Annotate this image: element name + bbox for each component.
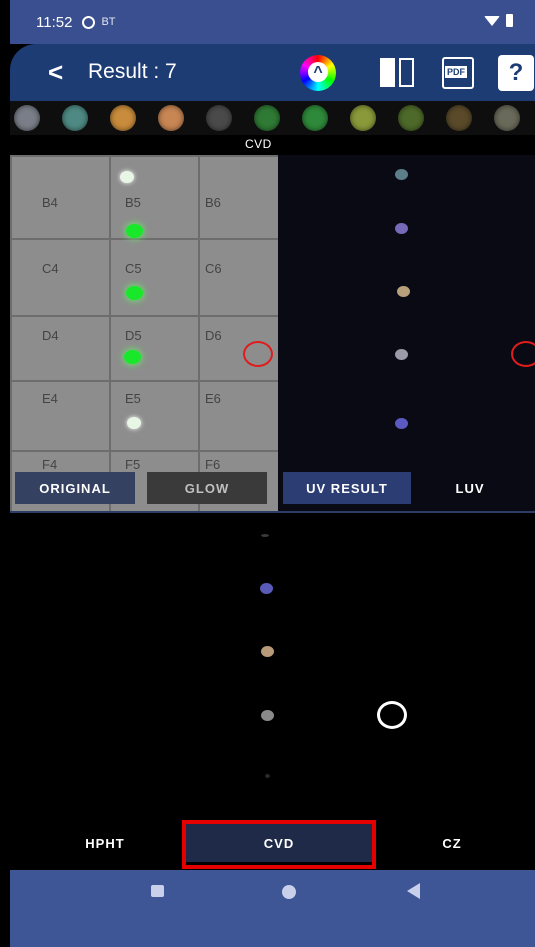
section-label: CVD bbox=[245, 137, 272, 151]
color-swatch[interactable] bbox=[398, 105, 424, 131]
color-swatch[interactable] bbox=[206, 105, 232, 131]
selected-tab-highlight bbox=[182, 820, 376, 869]
cell-label: C4 bbox=[42, 261, 59, 276]
cvd-result-panel[interactable] bbox=[10, 513, 535, 820]
back-icon[interactable] bbox=[407, 883, 420, 899]
color-wheel-icon[interactable] bbox=[300, 55, 336, 91]
color-swatch[interactable] bbox=[446, 105, 472, 131]
diamond-spot bbox=[261, 646, 274, 657]
diamond-spot bbox=[397, 286, 410, 297]
cell-label: F6 bbox=[205, 457, 221, 472]
diamond-spot bbox=[395, 223, 408, 234]
marker-ring bbox=[243, 341, 273, 367]
cell-label: E6 bbox=[205, 391, 221, 406]
color-swatch[interactable] bbox=[14, 105, 40, 131]
cell-label: C5 bbox=[125, 261, 142, 276]
original-image-panel[interactable]: B4 B5 B6 C4 C5 C6 D4 D5 D6 E4 E5 E6 F4 F… bbox=[10, 155, 278, 511]
diamond-spot bbox=[395, 418, 408, 429]
result-type-tabs: HPHT CVD CZ bbox=[10, 820, 535, 870]
tab-uv-result[interactable]: UV RESULT bbox=[283, 472, 411, 504]
tab-hpht[interactable]: HPHT bbox=[55, 824, 155, 862]
color-swatch[interactable] bbox=[254, 105, 280, 131]
diamond-spot bbox=[265, 774, 270, 778]
help-icon[interactable]: ? bbox=[498, 55, 534, 91]
diamond-spot bbox=[120, 171, 134, 183]
status-time: 11:52 bbox=[36, 13, 73, 31]
uv-result-panel[interactable] bbox=[278, 155, 535, 511]
compare-icon[interactable] bbox=[380, 55, 416, 91]
sync-icon bbox=[82, 15, 96, 29]
diamond-spot bbox=[261, 710, 274, 721]
glow-spot bbox=[124, 350, 141, 364]
diamond-spot bbox=[260, 583, 273, 594]
color-swatch[interactable] bbox=[110, 105, 136, 131]
cell-label: E5 bbox=[125, 391, 141, 406]
tab-luv[interactable]: LUV bbox=[420, 472, 520, 504]
cell-label: B5 bbox=[125, 195, 141, 210]
app-bar: < Result : 7 PDF ? bbox=[10, 44, 535, 101]
cell-label: F5 bbox=[125, 457, 141, 472]
cell-label: C6 bbox=[205, 261, 222, 276]
back-arrow-icon[interactable]: < bbox=[48, 58, 63, 86]
marker-ring bbox=[377, 701, 407, 729]
cell-label: E4 bbox=[42, 391, 58, 406]
diamond-spot bbox=[261, 534, 269, 537]
tab-glow[interactable]: GLOW bbox=[147, 472, 267, 504]
color-swatch[interactable] bbox=[350, 105, 376, 131]
marker-ring bbox=[511, 341, 535, 367]
recents-icon[interactable] bbox=[151, 885, 164, 897]
status-bar: 11:52 BT bbox=[10, 0, 535, 44]
cell-label: B4 bbox=[42, 195, 58, 210]
system-nav-bar bbox=[10, 870, 535, 947]
cell-label: F4 bbox=[42, 457, 58, 472]
home-icon[interactable] bbox=[282, 885, 296, 899]
cell-label: D4 bbox=[42, 328, 59, 343]
page-title: Result : 7 bbox=[88, 60, 177, 83]
battery-icon bbox=[506, 14, 513, 27]
glow-spot bbox=[126, 286, 143, 300]
diamond-spot bbox=[395, 349, 408, 360]
wifi-icon bbox=[484, 15, 500, 26]
diamond-spot bbox=[395, 169, 408, 180]
glow-spot bbox=[126, 224, 143, 238]
color-swatch[interactable] bbox=[302, 105, 328, 131]
cell-label: D5 bbox=[125, 328, 142, 343]
bluetooth-label: BT bbox=[101, 16, 116, 28]
cell-label: B6 bbox=[205, 195, 221, 210]
tab-original[interactable]: ORIGINAL bbox=[15, 472, 135, 504]
color-swatch-strip bbox=[10, 101, 535, 135]
cell-label: D6 bbox=[205, 328, 222, 343]
color-swatch[interactable] bbox=[494, 105, 520, 131]
tab-cz[interactable]: CZ bbox=[412, 824, 492, 862]
color-swatch[interactable] bbox=[158, 105, 184, 131]
diamond-spot bbox=[127, 417, 141, 429]
pdf-icon[interactable]: PDF bbox=[440, 55, 476, 91]
color-swatch[interactable] bbox=[62, 105, 88, 131]
